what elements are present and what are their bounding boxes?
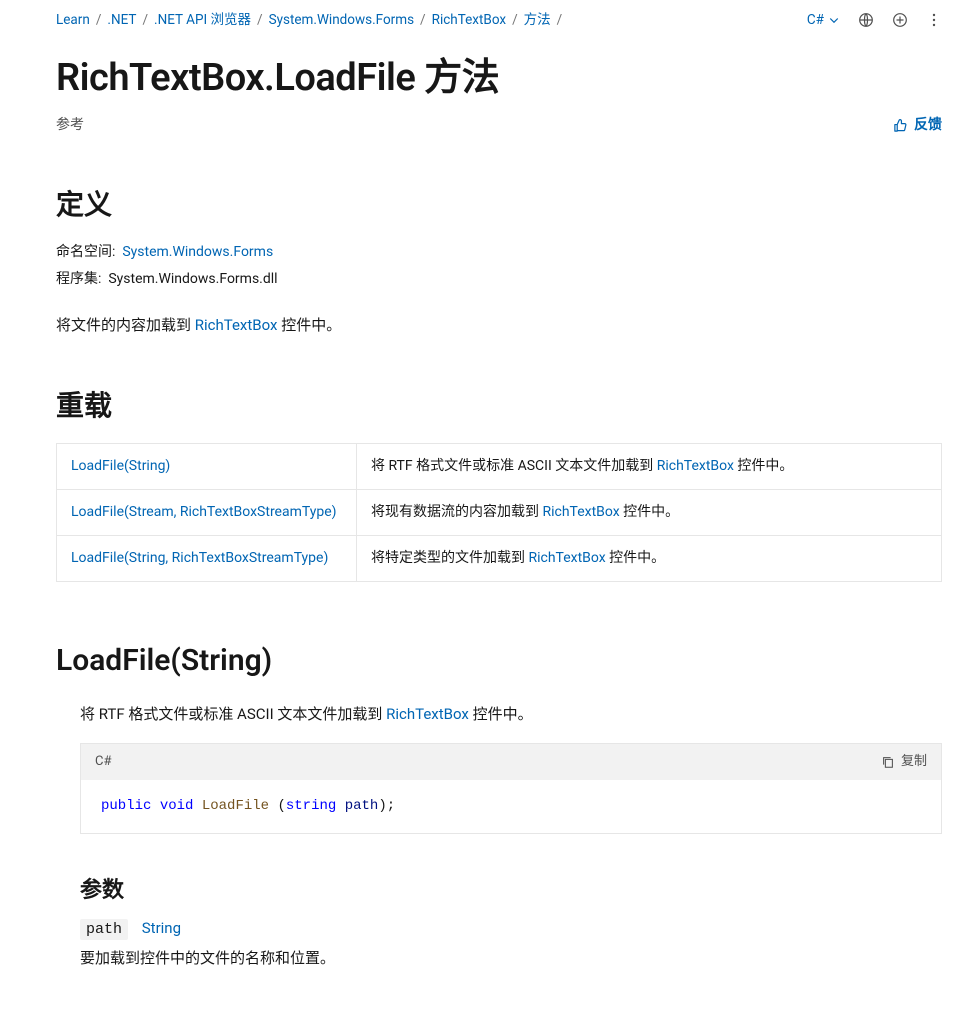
subhead-row: 参考 反馈 [56, 115, 966, 136]
param-description: 要加载到控件中的文件的名称和位置。 [80, 947, 942, 970]
add-button[interactable] [892, 12, 908, 28]
copy-icon [881, 755, 895, 769]
overload-link[interactable]: LoadFile(String) [71, 458, 170, 474]
more-button[interactable] [926, 12, 942, 28]
overload-desc: 将 RTF 格式文件或标准 ASCII 文本文件加载到 RichTextBox … [357, 443, 942, 489]
namespace-row: 命名空间: System.Windows.Forms [56, 242, 966, 263]
table-row: LoadFile(String) 将 RTF 格式文件或标准 ASCII 文本文… [57, 443, 942, 489]
desc-text: 将文件的内容加载到 [56, 316, 195, 334]
overloads-heading: 重载 [56, 385, 966, 427]
breadcrumb-class[interactable]: RichTextBox [432, 10, 506, 30]
parameters-heading: 参数 [80, 874, 942, 907]
breadcrumb-dotnet[interactable]: .NET [107, 10, 136, 30]
breadcrumb-api-browser[interactable]: .NET API 浏览器 [154, 10, 251, 30]
richtextbox-link[interactable]: RichTextBox [386, 705, 469, 723]
breadcrumb-sep: / [512, 10, 518, 30]
breadcrumb-namespace[interactable]: System.Windows.Forms [269, 10, 414, 30]
overload-desc: 将特定类型的文件加载到 RichTextBox 控件中。 [357, 535, 942, 581]
richtextbox-link[interactable]: RichTextBox [542, 504, 619, 520]
desc-text: 控件中。 [277, 316, 341, 334]
richtextbox-link[interactable]: RichTextBox [657, 458, 734, 474]
code-content: public void LoadFile (string path); [81, 780, 941, 833]
overload-link[interactable]: LoadFile(Stream, RichTextBoxStreamType) [71, 504, 337, 520]
more-vertical-icon [926, 12, 942, 28]
language-selector[interactable]: C# [807, 10, 840, 30]
language-label: C# [807, 10, 824, 30]
breadcrumb-sep: / [557, 10, 563, 30]
overload-link[interactable]: LoadFile(String, RichTextBoxStreamType) [71, 550, 328, 566]
breadcrumb-sep: / [420, 10, 426, 30]
breadcrumb-sep: / [142, 10, 148, 30]
namespace-link[interactable]: System.Windows.Forms [122, 244, 273, 260]
desc-text: 控件中。 [469, 705, 533, 723]
assembly-label: 程序集: [56, 271, 101, 287]
page-title: RichTextBox.LoadFile 方法 [56, 50, 966, 107]
plus-circle-icon [892, 12, 908, 28]
param-type-link[interactable]: String [142, 919, 181, 937]
richtextbox-link[interactable]: RichTextBox [528, 550, 605, 566]
copy-label: 复制 [901, 752, 927, 772]
parameter-row: path String [80, 917, 942, 942]
chevron-down-icon [828, 14, 840, 26]
method-heading: LoadFile(String) [56, 638, 966, 683]
table-row: LoadFile(String, RichTextBoxStreamType) … [57, 535, 942, 581]
breadcrumb-methods[interactable]: 方法 [524, 10, 551, 30]
definition-heading: 定义 [56, 184, 966, 226]
globe-button[interactable] [858, 12, 874, 28]
reference-label: 参考 [56, 115, 84, 136]
table-row: LoadFile(Stream, RichTextBoxStreamType) … [57, 489, 942, 535]
breadcrumb: Learn/ .NET/ .NET API 浏览器/ System.Window… [56, 10, 807, 30]
globe-icon [858, 12, 874, 28]
feedback-label: 反馈 [914, 115, 942, 136]
top-actions: C# [807, 10, 966, 30]
namespace-label: 命名空间: [56, 244, 115, 260]
code-header: C# 复制 [81, 744, 941, 780]
overload-desc: 将现有数据流的内容加载到 RichTextBox 控件中。 [357, 489, 942, 535]
breadcrumb-sep: / [96, 10, 102, 30]
topbar: Learn/ .NET/ .NET API 浏览器/ System.Window… [56, 0, 966, 38]
richtextbox-link[interactable]: RichTextBox [195, 316, 278, 334]
assembly-value: System.Windows.Forms.dll [108, 271, 277, 287]
thumbs-up-icon [893, 118, 908, 133]
feedback-button[interactable]: 反馈 [893, 115, 942, 136]
code-lang-label: C# [95, 752, 111, 772]
breadcrumb-learn[interactable]: Learn [56, 10, 90, 30]
param-name: path [80, 919, 128, 940]
copy-button[interactable]: 复制 [881, 752, 927, 772]
assembly-row: 程序集: System.Windows.Forms.dll [56, 269, 966, 290]
overloads-table: LoadFile(String) 将 RTF 格式文件或标准 ASCII 文本文… [56, 443, 942, 582]
code-block: C# 复制 public void LoadFile (string path)… [80, 743, 942, 834]
definition-description: 将文件的内容加载到 RichTextBox 控件中。 [56, 314, 966, 337]
method-description: 将 RTF 格式文件或标准 ASCII 文本文件加载到 RichTextBox … [80, 703, 942, 726]
breadcrumb-sep: / [257, 10, 263, 30]
desc-text: 将 RTF 格式文件或标准 ASCII 文本文件加载到 [80, 705, 386, 723]
